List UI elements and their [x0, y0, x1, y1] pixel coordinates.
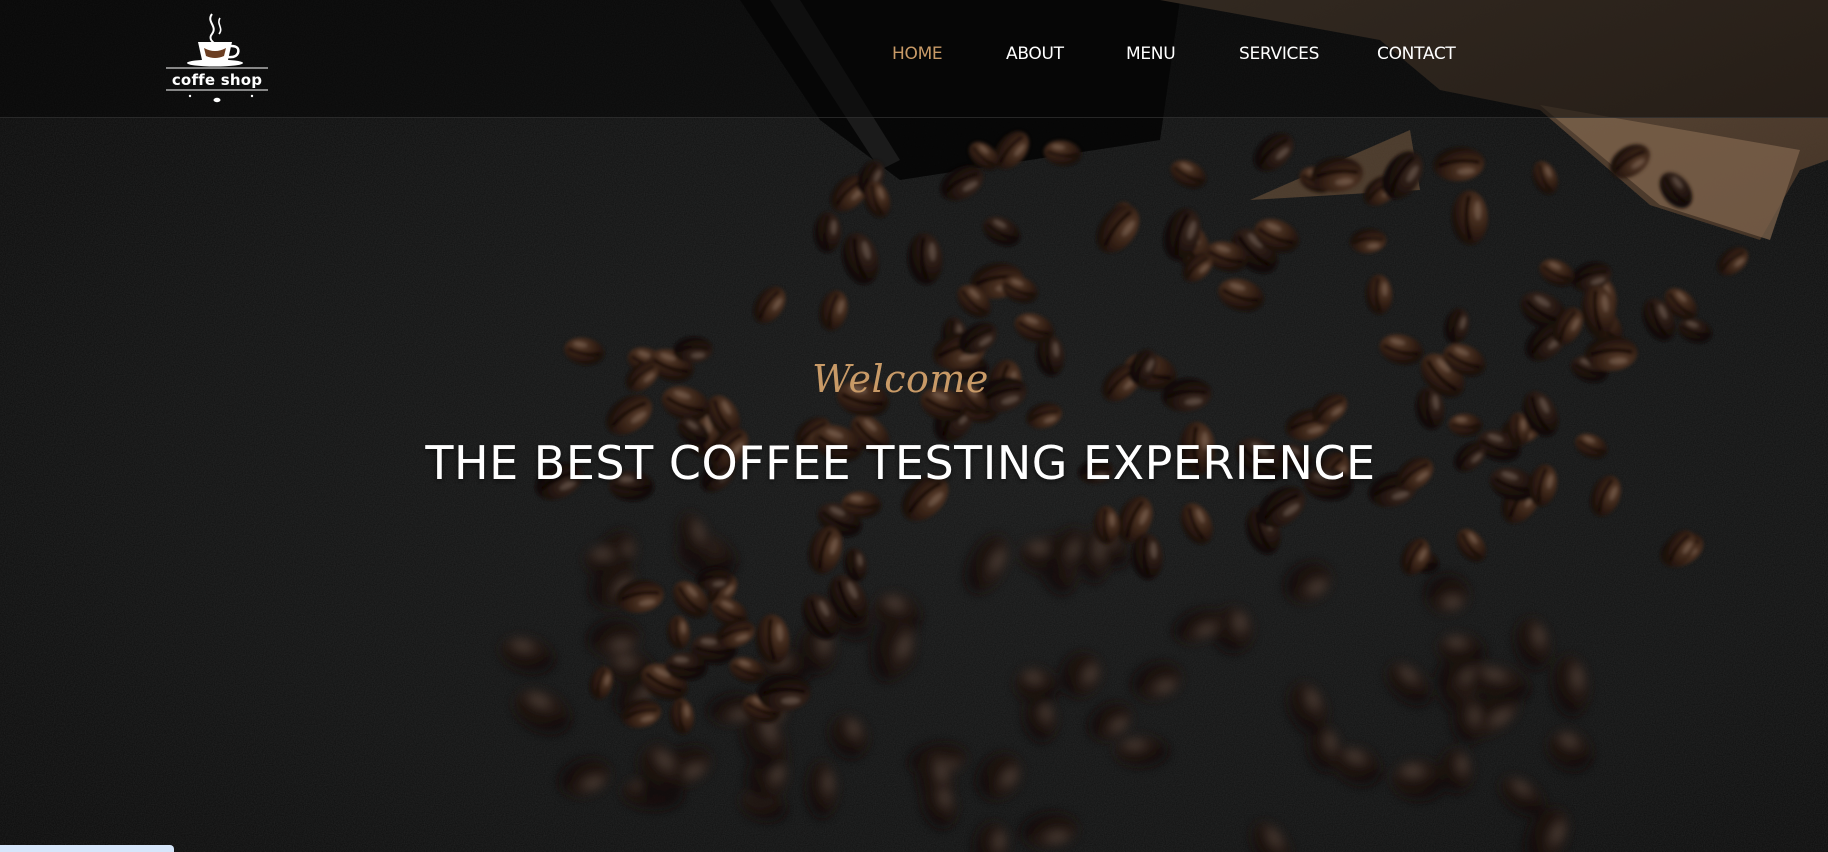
nav-home-link[interactable]: HOME: [892, 44, 943, 64]
corner-tab[interactable]: [0, 845, 174, 852]
main-nav: HOME ABOUT MENU SERVICES CONTACT: [0, 44, 1828, 70]
nav-about-link[interactable]: ABOUT: [1006, 44, 1064, 64]
nav-contact-link[interactable]: CONTACT: [1377, 44, 1456, 64]
hero-welcome-text: Welcome: [812, 357, 989, 401]
hero-background-image: [0, 0, 1828, 852]
nav-menu-link[interactable]: MENU: [1126, 44, 1176, 64]
logo-text: coffe shop: [171, 71, 263, 89]
page: coffe shop HOME ABOUT MENU SERVICES CONT…: [0, 0, 1828, 852]
navbar: coffe shop HOME ABOUT MENU SERVICES CONT…: [0, 0, 1828, 118]
hero-headline: THE BEST COFFEE TESTING EXPERIENCE: [425, 436, 1376, 490]
nav-services-link[interactable]: SERVICES: [1239, 44, 1319, 64]
